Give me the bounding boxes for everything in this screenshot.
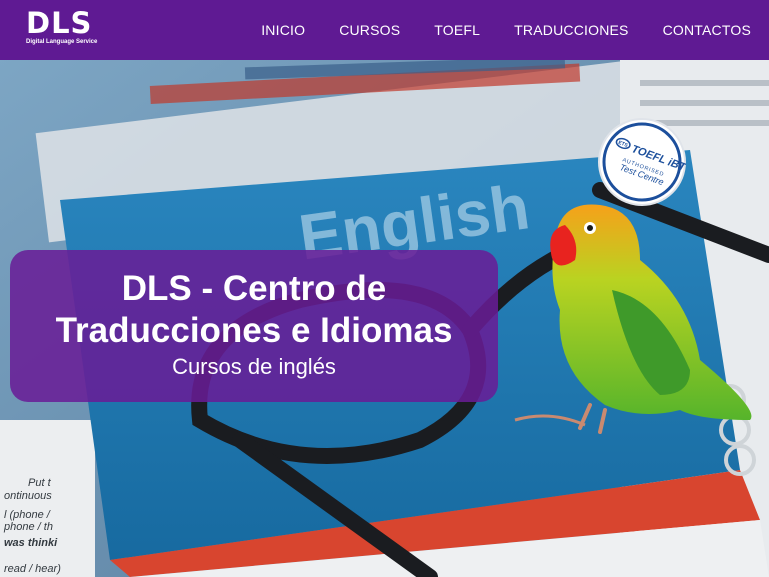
- hero-title: DLS - Centro de Traducciones e Idiomas: [55, 269, 453, 350]
- hero-card: DLS - Centro de Traducciones e Idiomas C…: [10, 250, 498, 402]
- paper-snippet: Put t: [28, 477, 52, 489]
- logo-text: DLS: [26, 6, 93, 40]
- nav-link-traducciones[interactable]: TRADUCCIONES: [514, 22, 628, 38]
- page: English Put t ontinuous l (phone / phone…: [0, 0, 769, 577]
- nav-link-cursos[interactable]: CURSOS: [339, 22, 400, 38]
- toefl-test-centre-badge: ETS TOEFL iBT AUTHORISED Test Centre: [598, 118, 686, 206]
- logo-tagline: Digital Language Service: [26, 39, 98, 45]
- paper-snippet: ontinuous: [4, 490, 52, 502]
- main-nav: INICIO CURSOS TOEFL TRADUCCIONES CONTACT…: [227, 0, 751, 60]
- paper-snippet: l (phone /: [4, 509, 51, 521]
- paper-snippet: was thinki: [4, 537, 58, 549]
- paper-snippet: read / hear): [4, 563, 61, 575]
- nav-link-contactos[interactable]: CONTACTOS: [663, 22, 751, 38]
- paper-snippet: phone / th: [3, 521, 53, 533]
- nav-link-toefl[interactable]: TOEFL: [434, 22, 480, 38]
- nav-link-inicio[interactable]: INICIO: [261, 22, 305, 38]
- logo[interactable]: DLS Digital Language Service: [26, 6, 98, 52]
- navbar: DLS Digital Language Service INICIO CURS…: [0, 0, 769, 60]
- hero-subtitle: Cursos de inglés: [172, 354, 336, 379]
